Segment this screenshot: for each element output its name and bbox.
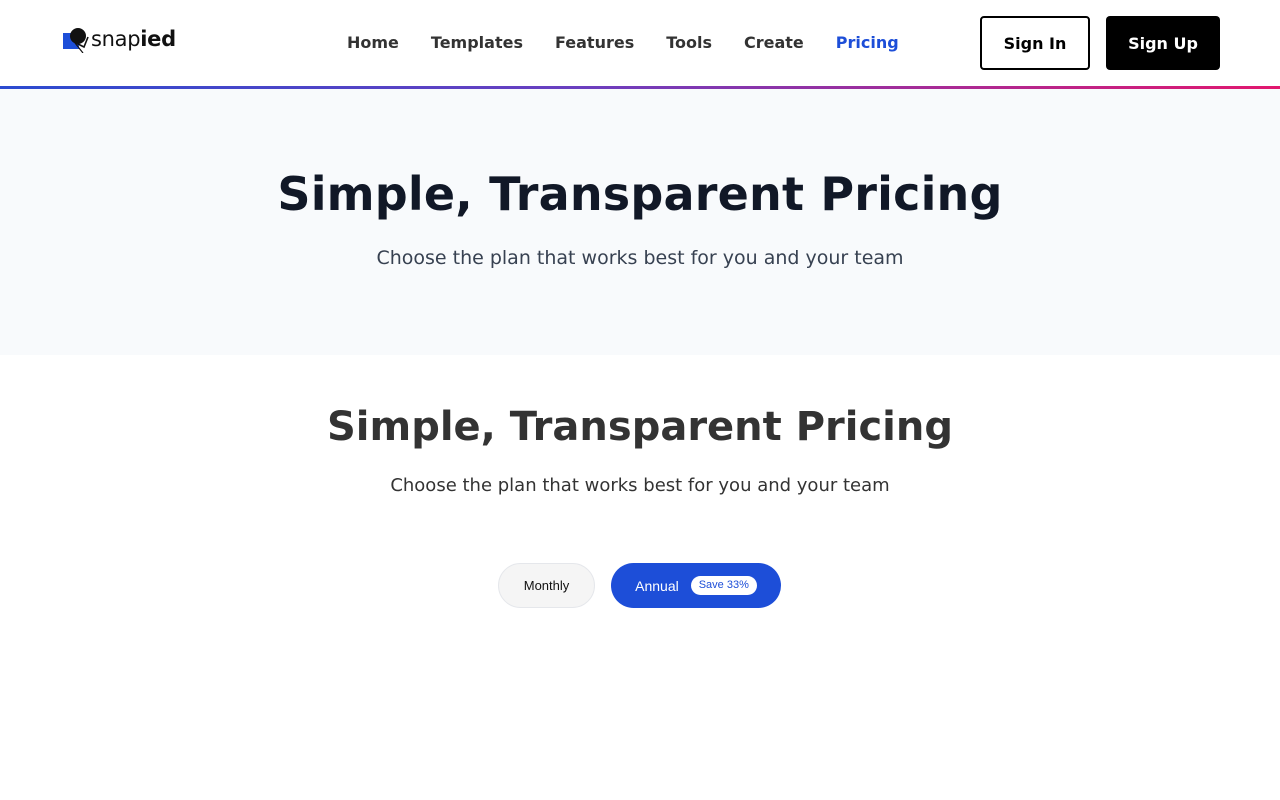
pricing-title: Simple, Transparent Pricing [327,404,953,450]
sign-in-button[interactable]: Sign In [980,16,1090,70]
pricing-subtitle: Choose the plan that works best for you … [390,475,890,496]
hero-title: Simple, Transparent Pricing [277,167,1003,221]
billing-annual-label: Annual [635,577,679,594]
save-badge: Save 33% [690,576,757,595]
nav-create[interactable]: Create [744,31,804,55]
logo-text: snapied [91,27,176,51]
billing-annual-button[interactable]: Annual Save 33% [611,563,781,608]
nav-features[interactable]: Features [555,31,634,55]
site-header: snapied Home Templates Features Tools Cr… [0,0,1280,86]
nav-templates[interactable]: Templates [431,31,523,55]
pricing-section: Simple, Transparent Pricing Choose the p… [0,355,1280,800]
logo-text-bold: ied [140,27,176,51]
nav-pricing[interactable]: Pricing [836,31,899,55]
hero-subtitle: Choose the plan that works best for you … [376,247,904,269]
logo[interactable]: snapied [62,24,176,54]
logo-text-regular: snap [91,27,141,51]
nav-tools[interactable]: Tools [666,31,712,55]
main-nav: Home Templates Features Tools Create Pri… [347,31,899,55]
billing-monthly-button[interactable]: Monthly [498,563,595,608]
snapied-logo-icon [62,25,90,54]
nav-home[interactable]: Home [347,31,399,55]
sign-up-button[interactable]: Sign Up [1106,16,1220,70]
hero-banner: Simple, Transparent Pricing Choose the p… [0,89,1280,355]
